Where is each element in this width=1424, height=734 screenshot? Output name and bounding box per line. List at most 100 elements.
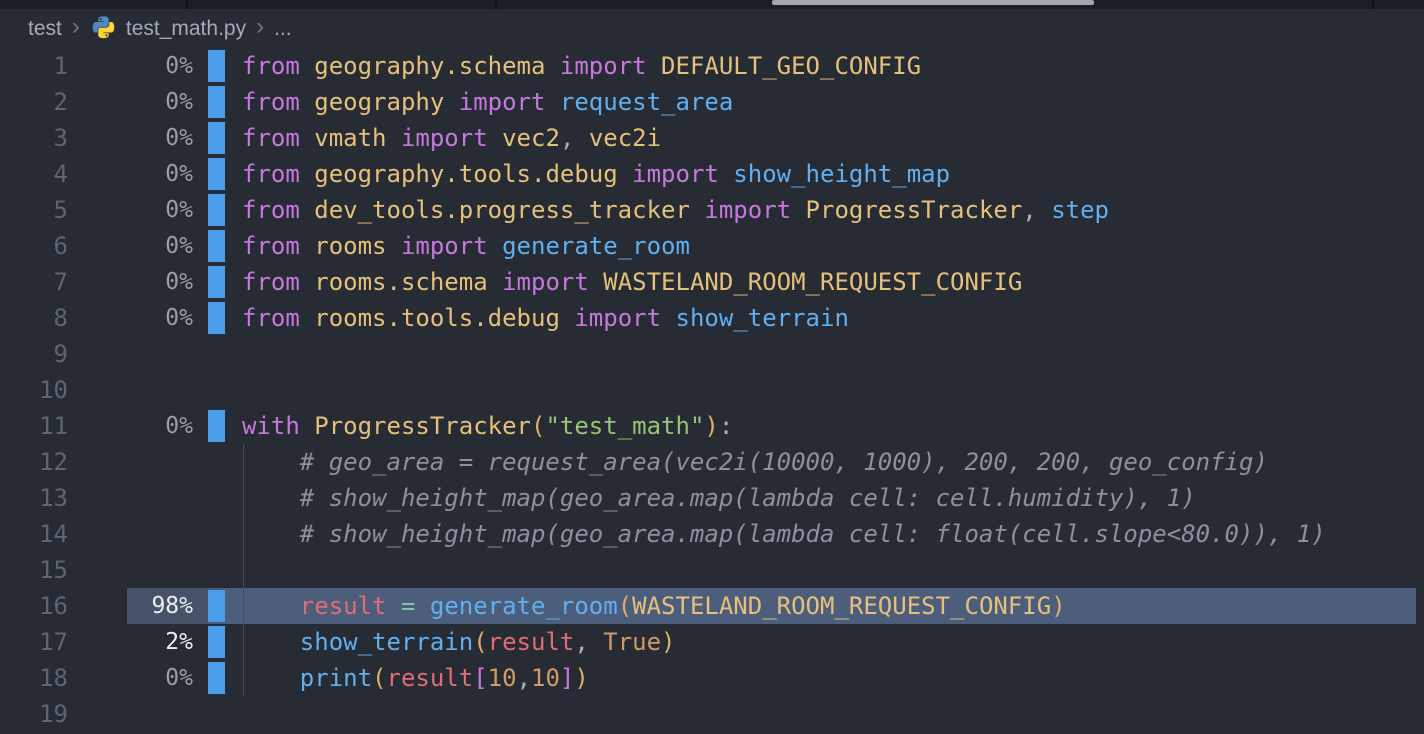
token [300,196,314,224]
code-row-11[interactable]: 110%with ProgressTracker("test_math"): [0,408,1424,444]
line-number[interactable]: 16 [0,588,68,624]
code-text[interactable]: result = generate_room(WASTELAND_ROOM_RE… [242,588,1066,624]
code-text[interactable]: from vmath import vec2, vec2i [242,120,661,156]
token: rooms.schema [314,268,487,296]
indent [242,592,300,620]
token: import [704,196,791,224]
token: import [560,52,647,80]
token: ( [473,628,487,656]
token: dev_tools.progress_tracker [314,196,690,224]
profile-percent [68,552,193,588]
code-text[interactable]: # show_height_map(geo_area.map(lambda ce… [242,516,1326,552]
token: from [242,88,300,116]
token: ProgressTracker [314,412,531,440]
code-text[interactable]: from geography.schema import DEFAULT_GEO… [242,48,921,84]
token [300,304,314,332]
token: geography.schema [314,52,545,80]
code-text[interactable]: from rooms.schema import WASTELAND_ROOM_… [242,264,1022,300]
code-row-9[interactable]: 9 [0,336,1424,372]
code-text[interactable]: from geography.tools.debug import show_h… [242,156,950,192]
line-number[interactable]: 8 [0,300,68,336]
line-number[interactable]: 6 [0,228,68,264]
token: 10 [531,664,560,692]
code-row-5[interactable]: 50%from dev_tools.progress_tracker impor… [0,192,1424,228]
breadcrumb-file[interactable]: test_math.py [126,17,246,41]
code-row-18[interactable]: 180% print(result[10,10]) [0,660,1424,696]
code-row-13[interactable]: 13 # show_height_map(geo_area.map(lambda… [0,480,1424,516]
line-number[interactable]: 14 [0,516,68,552]
line-number[interactable]: 4 [0,156,68,192]
line-number[interactable]: 17 [0,624,68,660]
breadcrumb-folder[interactable]: test [28,17,62,41]
code-row-10[interactable]: 10 [0,372,1424,408]
code-row-15[interactable]: 15 [0,552,1424,588]
code-row-17[interactable]: 172% show_terrain(result, True) [0,624,1424,660]
breadcrumb: test › test_math.py › ... [0,9,1424,48]
line-number[interactable]: 11 [0,408,68,444]
token [444,88,458,116]
line-number[interactable]: 2 [0,84,68,120]
line-number[interactable]: 13 [0,480,68,516]
gutter [208,480,225,516]
code-text[interactable]: show_terrain(result, True) [242,624,676,660]
token: ( [372,664,386,692]
profile-percent: 0% [68,48,193,84]
gutter [208,696,225,732]
gutter [208,84,225,120]
code-text[interactable]: # show_height_map(geo_area.map(lambda ce… [242,480,1196,516]
gutter-profile-bar [208,158,225,190]
code-row-14[interactable]: 14 # show_height_map(geo_area.map(lambda… [0,516,1424,552]
token: ) [704,412,718,440]
token: print [300,664,372,692]
token: show_terrain [300,628,473,656]
gutter-profile-bar [208,86,225,118]
line-number[interactable]: 19 [0,696,68,732]
code-row-19[interactable]: 19 [0,696,1424,732]
code-text[interactable]: # geo_area = request_area(vec2i(10000, 1… [242,444,1268,480]
line-number[interactable]: 18 [0,660,68,696]
token [488,232,502,260]
line-number[interactable]: 3 [0,120,68,156]
code-row-7[interactable]: 70%from rooms.schema import WASTELAND_RO… [0,264,1424,300]
line-number[interactable]: 7 [0,264,68,300]
line-number[interactable]: 15 [0,552,68,588]
token [589,628,603,656]
code-row-1[interactable]: 10% from geography.schema import DEFAULT_… [0,48,1424,84]
token: : [719,412,733,440]
code-text[interactable]: print(result[10,10]) [242,660,589,696]
tab-scrollbar-thumb[interactable] [772,0,1094,5]
code-text[interactable]: from geography import request_area [242,84,733,120]
code-text[interactable]: from rooms.tools.debug import show_terra… [242,300,849,336]
gutter [208,336,225,372]
tab-divider [495,0,497,9]
code-row-16[interactable]: 1698% result = generate_room(WASTELAND_R… [0,588,1424,624]
line-number[interactable]: 9 [0,336,68,372]
code-text[interactable]: from dev_tools.progress_tracker import P… [242,192,1109,228]
gutter-profile-bar [208,410,225,442]
code-row-2[interactable]: 20%from geography import request_area [0,84,1424,120]
profile-percent [68,480,193,516]
code-text[interactable]: with ProgressTracker("test_math"): [242,408,733,444]
code-row-6[interactable]: 60%from rooms import generate_room [0,228,1424,264]
token: with [242,412,300,440]
code-row-4[interactable]: 40% from geography.tools.debug import sho… [0,156,1424,192]
gutter [208,624,225,660]
line-number[interactable]: 5 [0,192,68,228]
token: geography.tools.debug [314,160,617,188]
breadcrumb-symbol-ellipsis[interactable]: ... [274,17,292,41]
line-number[interactable]: 1 [0,48,68,84]
token: import [632,160,719,188]
token: result [488,628,575,656]
line-number[interactable]: 12 [0,444,68,480]
line-number[interactable]: 10 [0,372,68,408]
profile-percent: 0% [68,156,193,192]
profile-percent: 0% [68,660,193,696]
code-row-12[interactable]: 12 # geo_area = request_area(vec2i(10000… [0,444,1424,480]
code-text[interactable]: from rooms import generate_room [242,228,690,264]
code-editor: 10%from geography.schema import DEFAULT_… [0,48,1424,732]
code-row-3[interactable]: 30%from vmath import vec2, vec2i [0,120,1424,156]
token [574,124,588,152]
token [387,592,401,620]
code-row-8[interactable]: 80%from rooms.tools.debug import show_te… [0,300,1424,336]
profile-percent [68,372,193,408]
